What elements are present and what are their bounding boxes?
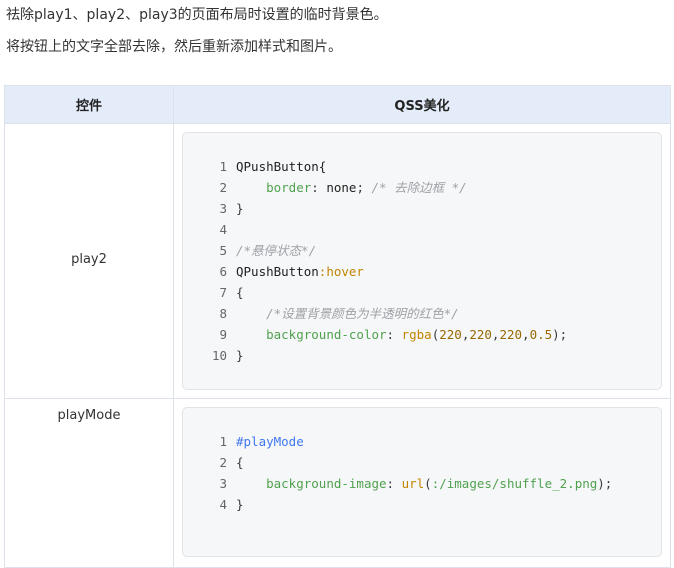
- code-token: :: [311, 180, 327, 195]
- line-number: 2: [219, 455, 227, 470]
- line-number: 4: [219, 497, 227, 512]
- control-name: play2: [71, 252, 107, 267]
- code-line: 10}: [183, 345, 244, 366]
- qss-table: 控件 QSS美化 play2 1 QPushButton{2 border: no…: [4, 85, 671, 568]
- code-token: (: [424, 476, 432, 491]
- code-line: 1 #playMode: [183, 431, 304, 452]
- code-line: 2{: [183, 452, 244, 473]
- header-qss: QSS美化: [173, 85, 671, 124]
- code-token: }: [236, 201, 244, 216]
- code-token: {: [236, 455, 244, 470]
- code-line: 3 background-image: url(:/images/shuffle…: [183, 473, 612, 494]
- paragraph-1: 祛除play1、play2、play3的页面布局时设置的临时背景色。: [6, 7, 388, 23]
- paragraph-2: 将按钮上的文字全部去除，然后重新添加样式和图片。: [6, 39, 342, 55]
- table-row-control-cell: play2: [4, 123, 174, 399]
- code-line: 8 /*设置背景颜色为半透明的红色*/: [183, 303, 459, 324]
- code-token: QPushButton{: [236, 159, 327, 174]
- code-token: QPushButton: [236, 264, 319, 279]
- code-line: 4}: [183, 494, 244, 515]
- code-token: 220: [469, 327, 492, 342]
- code-token: background-image: [266, 476, 387, 491]
- code-line: 2 border: none; /* 去除边框 */: [183, 177, 467, 198]
- line-number: 10: [211, 348, 227, 363]
- control-name: playMode: [57, 408, 121, 423]
- line-number: 2: [219, 180, 227, 195]
- code-token: {: [236, 285, 244, 300]
- code-token: }: [236, 497, 244, 512]
- code-token: background-color: [266, 327, 387, 342]
- code-token: ;: [356, 180, 372, 195]
- code-token: 220: [439, 327, 462, 342]
- code-token: :hover: [318, 264, 364, 279]
- line-number: 1: [219, 434, 227, 449]
- code-token: border: [266, 180, 312, 195]
- code-line: 1 QPushButton{: [183, 156, 326, 177]
- code-token: }: [236, 348, 244, 363]
- code-token: 0.5: [529, 327, 553, 342]
- line-number: 4: [219, 222, 227, 237]
- code-token: none: [326, 180, 357, 195]
- code-token: #playMode: [236, 434, 304, 449]
- code-token: /*悬停状态*/: [236, 243, 317, 258]
- code-token: );: [597, 476, 613, 491]
- code-line: 5 /*悬停状态*/: [183, 240, 316, 261]
- code-token: );: [552, 327, 568, 342]
- line-number: 1: [219, 159, 227, 174]
- code-line: 7{: [183, 282, 244, 303]
- code-token: /* 去除边框 */: [371, 180, 467, 195]
- code-line: 4: [183, 219, 236, 240]
- code-token: /*设置背景颜色为半透明的红色*/: [266, 306, 459, 321]
- line-number: 5: [219, 243, 227, 258]
- code-line: 9 background-color: rgba(220,220,220,0.5…: [183, 324, 567, 345]
- line-number: 7: [219, 285, 227, 300]
- code-line: 6 QPushButton:hover: [183, 261, 364, 282]
- line-number: 8: [219, 306, 227, 321]
- line-number: 6: [219, 264, 227, 279]
- line-number: 9: [219, 327, 227, 342]
- code-line: 3}: [183, 198, 244, 219]
- code-token: rgba: [401, 327, 432, 342]
- code-block[interactable]: 1 QPushButton{2 border: none; /* 去除边框 */3…: [182, 132, 662, 390]
- code-token: :: [386, 327, 402, 342]
- code-token: :/images/shuffle_2.png: [431, 476, 598, 491]
- table-row-control-cell: playMode: [4, 398, 174, 568]
- code-token: :: [386, 476, 402, 491]
- table-row-code-cell: 1 #playMode 2{3 background-image: url(:/im…: [173, 398, 671, 568]
- line-number: 3: [219, 201, 227, 216]
- code-token: url: [401, 476, 425, 491]
- code-token: ,: [522, 327, 530, 342]
- code-block[interactable]: 1 #playMode 2{3 background-image: url(:/im…: [182, 407, 662, 557]
- line-number: 3: [219, 476, 227, 491]
- code-token: 220: [499, 327, 523, 342]
- table-row-code-cell: 1 QPushButton{2 border: none; /* 去除边框 */3…: [173, 123, 671, 399]
- header-control: 控件: [4, 85, 174, 124]
